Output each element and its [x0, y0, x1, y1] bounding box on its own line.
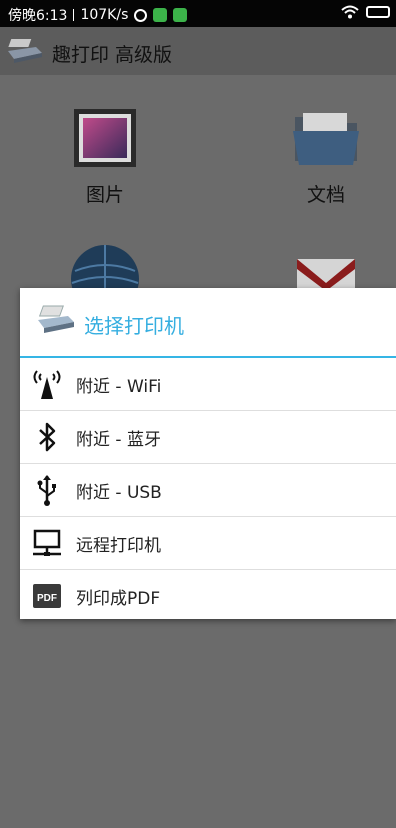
option-remote-printer[interactable]: 远程打印机 — [20, 517, 396, 570]
status-bar: 傍晚6:13 107K/s — [0, 0, 396, 27]
select-printer-dialog: 选择打印机 附近 - WiFi 附近 - 蓝牙 附近 - USB 远程打印机 P… — [20, 288, 396, 619]
option-nearby-wifi[interactable]: 附近 - WiFi — [20, 358, 396, 411]
dialog-title: 选择打印机 — [84, 314, 184, 338]
option-print-to-pdf[interactable]: PDF 列印成PDF — [20, 570, 396, 622]
status-divider — [73, 9, 75, 21]
option-nearby-usb[interactable]: 附近 - USB — [20, 464, 396, 517]
battery-icon — [366, 6, 390, 18]
green-app-icon — [173, 8, 188, 22]
printer-icon — [38, 305, 74, 333]
option-label: 附近 - WiFi — [76, 377, 162, 397]
green-app-icon — [153, 8, 168, 22]
tile-pictures[interactable]: 图片 — [25, 109, 185, 207]
tile-documents[interactable]: 文档 — [246, 109, 396, 207]
wifi-antenna-icon — [30, 367, 64, 401]
folder-icon — [293, 113, 359, 165]
option-nearby-bluetooth[interactable]: 附近 - 蓝牙 — [20, 411, 396, 464]
app-title: 趣打印 高级版 — [52, 44, 173, 66]
option-label: 附近 - USB — [76, 483, 162, 503]
app-bar: 趣打印 高级版 — [0, 27, 396, 75]
option-label: 远程打印机 — [76, 536, 161, 556]
remote-computer-icon — [30, 526, 64, 560]
dialog-header: 选择打印机 — [20, 288, 396, 358]
picture-icon — [74, 109, 136, 167]
status-time: 傍晚6:13 — [8, 8, 68, 24]
alarm-icon — [134, 8, 148, 22]
pdf-icon: PDF — [30, 579, 64, 613]
option-label: 附近 - 蓝牙 — [76, 430, 161, 450]
usb-icon — [30, 473, 64, 507]
option-label: 列印成PDF — [76, 589, 161, 609]
tile-label: 文档 — [306, 184, 345, 206]
printer-icon — [8, 39, 42, 63]
wifi-icon — [341, 5, 359, 19]
status-speed: 107K/s — [80, 7, 129, 23]
tile-label: 图片 — [85, 184, 124, 206]
svg-text:PDF: PDF — [37, 593, 57, 604]
bluetooth-icon — [30, 420, 64, 454]
